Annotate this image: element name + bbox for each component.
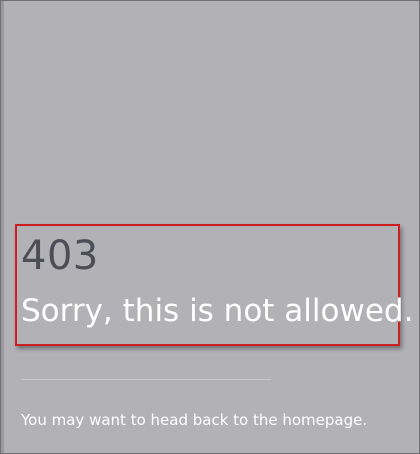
homepage-hint: You may want to head back to the homepag…	[21, 411, 368, 429]
error-message: Sorry, this is not allowed.	[21, 293, 414, 329]
left-edge-bar	[1, 1, 4, 453]
error-code: 403	[21, 233, 99, 279]
divider	[21, 379, 271, 380]
